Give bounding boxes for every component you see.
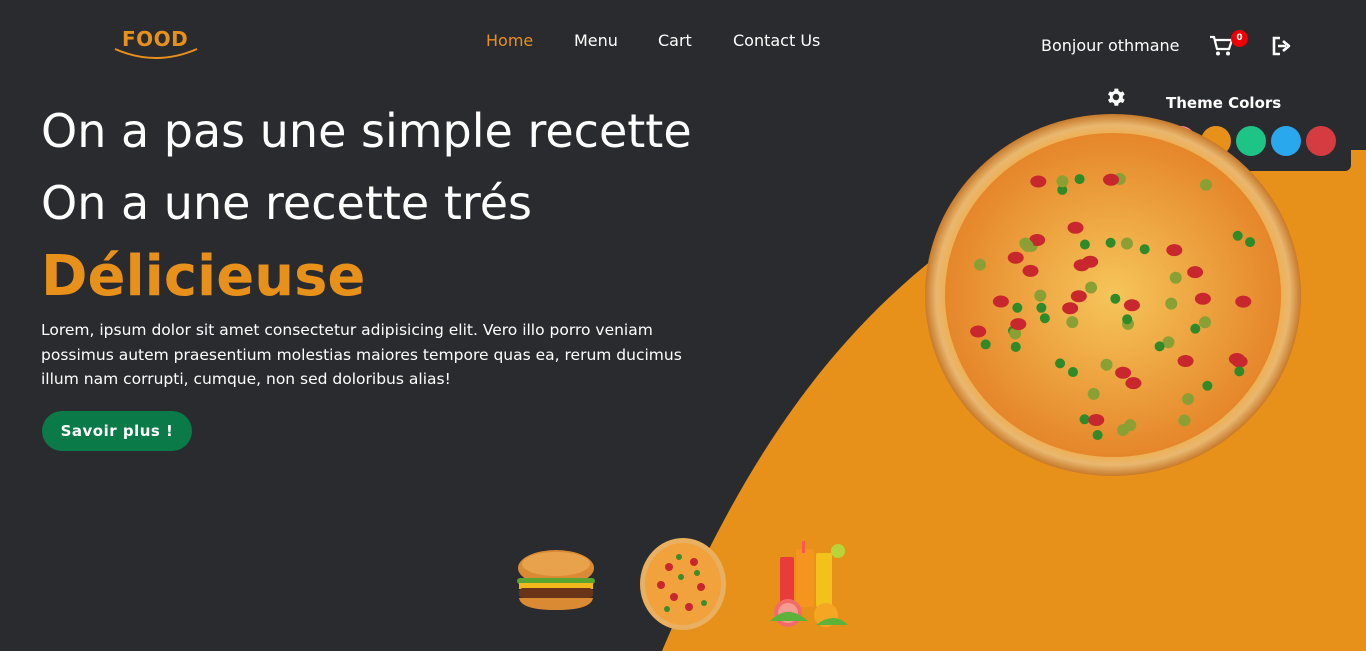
settings-gear-icon[interactable] (1105, 86, 1127, 108)
savoir-plus-button[interactable]: Savoir plus ! (42, 411, 192, 451)
pizza-thumbnail[interactable] (639, 537, 727, 631)
theme-colors-title: Theme Colors (1166, 94, 1282, 112)
user-greeting: Bonjour othmane (1041, 36, 1180, 55)
cart-badge: 0 (1231, 30, 1248, 47)
swatch-red[interactable] (1306, 126, 1336, 156)
burger-thumbnail[interactable] (513, 548, 599, 616)
hero-line-2: On a une recette trés (41, 176, 533, 230)
hero-highlight: Délicieuse (41, 244, 366, 309)
nav-menu[interactable]: Menu (574, 31, 618, 50)
logo[interactable]: FOOD (113, 27, 199, 61)
nav-cart[interactable]: Cart (658, 31, 692, 50)
hero-description: Lorem, ipsum dolor sit amet consectetur … (41, 321, 682, 388)
nav-contact[interactable]: Contact Us (733, 31, 820, 50)
hero-line-1: On a pas une simple recette (41, 104, 692, 158)
logout-icon[interactable] (1271, 36, 1293, 56)
cart-icon[interactable] (1209, 35, 1233, 57)
nav-home[interactable]: Home (486, 31, 533, 50)
pizza-image (925, 114, 1301, 476)
logo-swoosh (114, 48, 198, 59)
juice-thumbnail[interactable] (768, 541, 850, 630)
